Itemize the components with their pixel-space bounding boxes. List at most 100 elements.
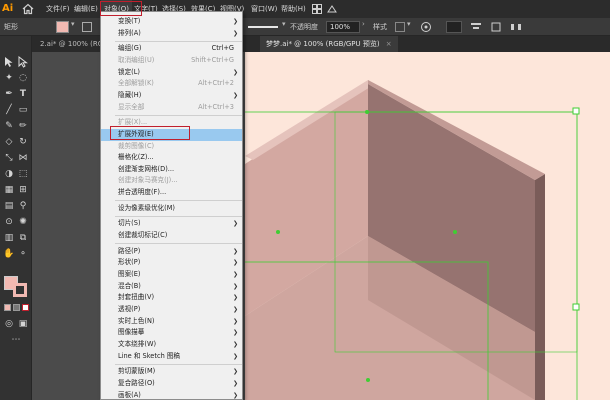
menu-item-label: 混合(B): [118, 281, 141, 290]
menu-item-label: 图案(E): [118, 270, 141, 278]
object-menu-item[interactable]: 形状(P) ❯: [101, 257, 242, 269]
object-menu-item[interactable]: 栅格化(Z)...: [101, 152, 242, 164]
distribute-icon[interactable]: [510, 21, 522, 33]
menu-edit[interactable]: 编辑(E): [74, 0, 98, 18]
chevron-down-icon[interactable]: ▾: [282, 20, 286, 28]
object-menu-item: 裁剪图像(C): [101, 141, 242, 153]
object-menu-item[interactable]: 排列(A) ❯: [101, 28, 242, 40]
screen-mode-icon[interactable]: ▣: [17, 318, 29, 330]
eyedropper-tool-icon[interactable]: ⚲: [17, 200, 29, 212]
stroke-color-box[interactable]: [13, 283, 27, 297]
rocket-icon[interactable]: [326, 4, 338, 14]
opacity-label: 不透明度: [290, 23, 318, 31]
hand-tool-icon[interactable]: ✋: [3, 248, 15, 260]
object-menu-item[interactable]: 创建渐变网格(D)...: [101, 164, 242, 176]
chevron-down-icon[interactable]: ▾: [407, 20, 411, 28]
style-swatch[interactable]: [395, 22, 405, 32]
line-tool-icon[interactable]: ╱: [3, 104, 15, 116]
artboard[interactable]: [245, 52, 610, 400]
object-menu-item[interactable]: 设为像素级优化(M): [101, 203, 242, 215]
paintbrush-tool-icon[interactable]: ✎: [3, 120, 15, 132]
lasso-tool-icon[interactable]: ◌: [17, 72, 29, 84]
stroke-color-swatch[interactable]: [82, 22, 92, 32]
type-tool-icon[interactable]: T: [17, 88, 29, 100]
artboard-tool-icon[interactable]: ⧉: [17, 232, 29, 244]
gradient-tool-icon[interactable]: ▤: [3, 200, 15, 212]
fill-color-swatch[interactable]: [56, 21, 69, 33]
isometric-box-artwork[interactable]: [245, 52, 610, 400]
direct-selection-tool-icon[interactable]: [17, 56, 29, 68]
menu-item-label: 全部解锁(K): [118, 79, 154, 88]
color-mode-icon[interactable]: [4, 304, 11, 311]
object-menu-item[interactable]: 拼合透明度(F)...: [101, 187, 242, 199]
free-transform-tool-icon[interactable]: ⬚: [17, 168, 29, 180]
rectangle-tool-icon[interactable]: ▭: [17, 104, 29, 116]
scale-tool-icon[interactable]: ⤡: [3, 152, 15, 164]
home-icon[interactable]: [22, 3, 34, 15]
menu-file[interactable]: 文件(F): [46, 0, 70, 18]
menu-item-label: 实时上色(N): [118, 316, 155, 325]
mesh-tool-icon[interactable]: ⊞: [17, 184, 29, 196]
object-menu-item[interactable]: Line 和 Sketch 图稿 ❯: [101, 351, 242, 363]
object-menu-item[interactable]: 实时上色(N) ❯: [101, 316, 242, 328]
pen-tool-icon[interactable]: ✒: [3, 88, 15, 100]
recolor-icon[interactable]: [420, 21, 432, 33]
menu-help[interactable]: 帮助(H): [281, 0, 306, 18]
chevron-down-icon[interactable]: ▾: [71, 20, 75, 28]
submenu-arrow-icon: ❯: [232, 259, 238, 267]
submenu-arrow-icon: ❯: [232, 271, 238, 278]
object-menu-item[interactable]: 锁定(L) ❯: [101, 67, 242, 79]
column-graph-tool-icon[interactable]: ▥: [3, 232, 15, 244]
object-menu-item: 全部解锁(K) Alt+Ctrl+2: [101, 78, 242, 90]
object-menu-item[interactable]: 隐藏(H) ❯: [101, 90, 242, 102]
menu-window[interactable]: 窗口(W): [251, 0, 277, 18]
shape-builder-tool-icon[interactable]: ◑: [3, 168, 15, 180]
object-menu-item[interactable]: 变换(T) ❯: [101, 16, 242, 28]
eraser-tool-icon[interactable]: ◇: [3, 136, 15, 148]
zoom-tool-icon[interactable]: ⚬: [17, 248, 29, 260]
object-menu-item[interactable]: 剪切蒙版(M) ❯: [101, 366, 242, 378]
selection-tool-icon[interactable]: [3, 56, 15, 68]
width-tool-icon[interactable]: ⋈: [17, 152, 29, 164]
menu-item-label: 显示全部: [118, 102, 145, 111]
perspective-grid-tool-icon[interactable]: ▦: [3, 184, 15, 196]
object-menu-item[interactable]: 图像描摹 ❯: [101, 327, 242, 339]
close-icon[interactable]: ×: [386, 40, 392, 48]
drawing-mode-icon[interactable]: ◎: [3, 318, 15, 330]
menu-separator: [115, 114, 242, 116]
align-field[interactable]: [446, 21, 462, 33]
tab-label: 2.ai* @ 100% (RGB: [40, 40, 108, 48]
none-mode-icon[interactable]: [22, 304, 29, 311]
transform-icon[interactable]: [490, 21, 502, 33]
tab-mengmeng-ai[interactable]: 梦梦.ai* @ 100% (RGB/GPU 预览) ×: [260, 36, 398, 52]
object-menu-item[interactable]: 切片(S) ❯: [101, 218, 242, 230]
object-menu-dropdown: 变换(T) ❯ 排列(A) ❯ 编组(G) Ctrl+G 取消编组(U) Shift+Ctrl…: [100, 11, 243, 400]
chevron-right-icon[interactable]: ›: [362, 20, 365, 28]
menu-item-label: 排列(A): [118, 28, 141, 37]
gradient-mode-icon[interactable]: [13, 304, 20, 311]
object-menu-item[interactable]: 路径(P) ❯: [101, 246, 242, 258]
menu-item-label: 路径(P): [118, 246, 141, 255]
pencil-tool-icon[interactable]: ✏: [17, 120, 29, 132]
menu-item-label: 变换(T): [118, 17, 141, 25]
object-menu-item[interactable]: 透视(P) ❯: [101, 304, 242, 316]
object-menu-item[interactable]: 封套扭曲(V) ❯: [101, 292, 242, 304]
object-menu-item[interactable]: 画板(A) ❯: [101, 390, 242, 400]
submenu-arrow-icon: ❯: [232, 91, 238, 99]
submenu-arrow-icon: ❯: [232, 220, 238, 228]
object-menu-item[interactable]: 文本绕排(W) ❯: [101, 339, 242, 351]
more-tools-icon[interactable]: ⋯: [10, 334, 22, 346]
magic-wand-tool-icon[interactable]: ✦: [3, 72, 15, 84]
align-icon[interactable]: [470, 21, 482, 33]
opacity-input[interactable]: 100%: [326, 21, 360, 33]
object-menu-item[interactable]: 混合(B) ❯: [101, 281, 242, 293]
rotate-tool-icon[interactable]: ↻: [17, 136, 29, 148]
layout-grid-icon[interactable]: [312, 4, 322, 14]
symbol-sprayer-tool-icon[interactable]: ✺: [17, 216, 29, 228]
object-menu-item[interactable]: 创建裁切标记(C): [101, 230, 242, 242]
menu-item-label: 切片(S): [118, 219, 141, 228]
blend-tool-icon[interactable]: ⊙: [3, 216, 15, 228]
object-menu-item[interactable]: 复合路径(O) ❯: [101, 378, 242, 390]
object-menu-item[interactable]: 编组(G) Ctrl+G: [101, 43, 242, 55]
object-menu-item[interactable]: 图案(E) ❯: [101, 269, 242, 281]
